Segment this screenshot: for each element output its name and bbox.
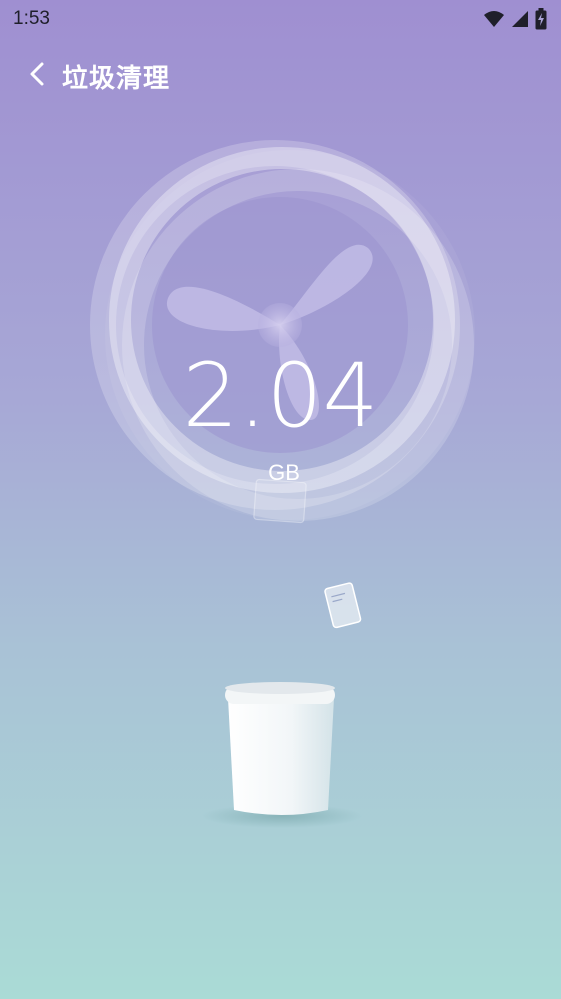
back-button[interactable] [22, 56, 52, 92]
page-title: 垃圾清理 [62, 64, 171, 94]
document-icon [253, 478, 307, 524]
status-time: 1:53 [13, 8, 50, 29]
status-bar: 1:53 [0, 0, 561, 38]
cellular-signal-icon [512, 11, 528, 27]
junk-size-value: 2.04 [182, 344, 379, 447]
app-header: 垃圾清理 [0, 52, 561, 98]
document-icon [324, 582, 362, 629]
status-icons [483, 8, 547, 30]
trash-can-icon [202, 682, 362, 828]
battery-charging-icon [535, 8, 547, 30]
wifi-icon [484, 11, 504, 27]
chevron-left-icon [30, 62, 44, 86]
